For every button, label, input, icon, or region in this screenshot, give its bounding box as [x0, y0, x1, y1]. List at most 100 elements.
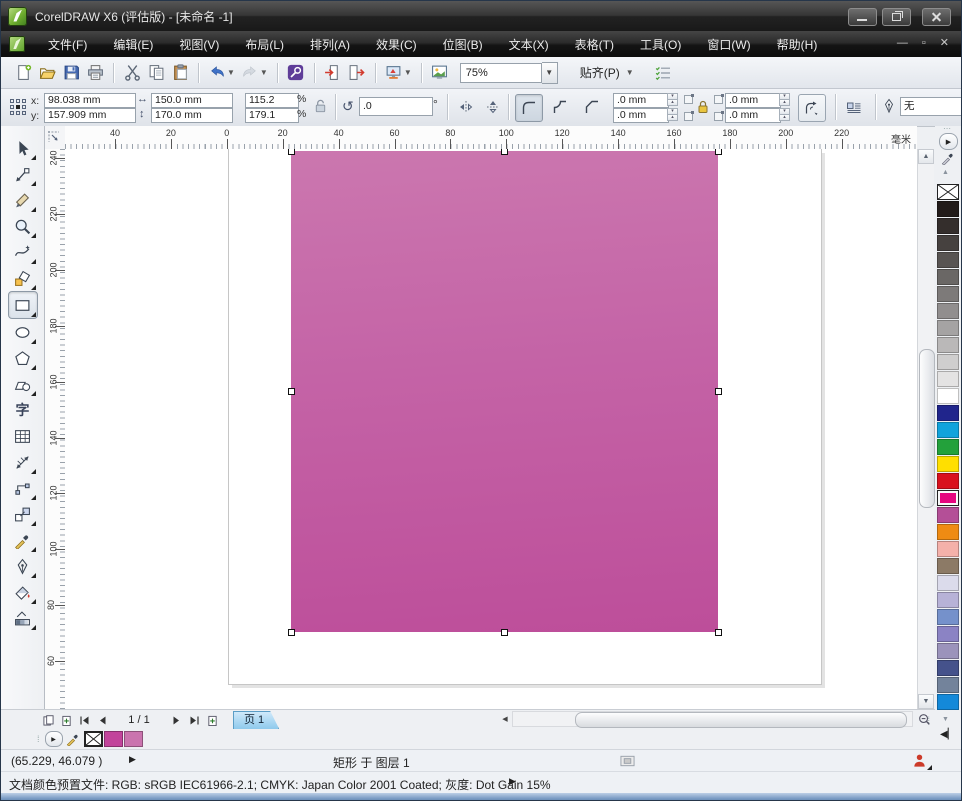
y-position-field[interactable]: 157.909 mm: [44, 108, 136, 123]
palette-eyedropper-icon[interactable]: [941, 151, 956, 166]
ellipse-tool[interactable]: [9, 319, 37, 345]
menu-bitmaps[interactable]: 位图(B): [430, 34, 496, 56]
doc-no-color-swatch[interactable]: [84, 731, 103, 747]
round-corner-button[interactable]: [515, 94, 543, 122]
menu-help[interactable]: 帮助(H): [764, 34, 831, 56]
document-palette-eyedropper-icon[interactable]: [66, 732, 81, 747]
zoom-level-field[interactable]: 75%: [460, 63, 542, 83]
smart-fill-tool[interactable]: [9, 265, 37, 291]
mirror-vertical-button[interactable]: [480, 94, 506, 120]
table-tool[interactable]: [9, 423, 37, 449]
corner-bl-toggle[interactable]: [684, 112, 693, 121]
print-button[interactable]: [83, 61, 107, 85]
vertical-scrollbar[interactable]: ▲ ▼: [917, 149, 934, 709]
selection-handle[interactable]: [501, 149, 508, 155]
color-swatch[interactable]: [937, 269, 959, 285]
add-page-before-button[interactable]: [57, 712, 75, 728]
pick-tool[interactable]: [9, 135, 37, 161]
color-swatch[interactable]: [937, 609, 959, 625]
color-swatch[interactable]: [937, 303, 959, 319]
doc-close-button[interactable]: ✕: [940, 37, 949, 49]
launcher-drop-arrow[interactable]: ▼: [404, 68, 415, 77]
save-button[interactable]: [59, 61, 83, 85]
color-swatch[interactable]: [937, 439, 959, 455]
color-swatch[interactable]: [937, 286, 959, 302]
undo-drop-arrow[interactable]: ▼: [227, 68, 238, 77]
menu-tools[interactable]: 工具(O): [627, 34, 694, 56]
menu-text[interactable]: 文本(X): [496, 34, 562, 56]
options-button[interactable]: [652, 62, 674, 84]
palette-flyout-button[interactable]: ▶: [939, 133, 958, 150]
polygon-tool[interactable]: [9, 345, 37, 371]
x-position-field[interactable]: 98.038 mm: [44, 93, 136, 108]
doc-minimize-button[interactable]: —: [897, 37, 908, 49]
snap-to-button[interactable]: 贴齐(P) ▼: [580, 64, 634, 81]
color-swatch[interactable]: [937, 371, 959, 387]
menu-layout[interactable]: 布局(L): [232, 34, 297, 56]
color-swatch[interactable]: [937, 201, 959, 217]
doc-color-swatch[interactable]: [104, 731, 123, 747]
color-swatch[interactable]: [937, 490, 959, 506]
color-swatch[interactable]: [937, 643, 959, 659]
object-height-field[interactable]: 170.0 mm: [151, 108, 233, 123]
connector-tool[interactable]: [9, 475, 37, 501]
vertical-ruler[interactable]: 2402202001801601401201008060: [45, 149, 66, 709]
horizontal-ruler[interactable]: 4020020406080100120140160180200220毫米: [65, 126, 917, 150]
doc-restore-button[interactable]: ▫: [922, 37, 926, 49]
edit-corners-together-lock-icon[interactable]: [695, 98, 711, 116]
color-swatch[interactable]: [937, 558, 959, 574]
app-launcher-button[interactable]: [382, 61, 406, 85]
color-swatch[interactable]: [937, 354, 959, 370]
open-button[interactable]: [35, 61, 59, 85]
search-content-button[interactable]: [284, 61, 308, 85]
vertical-scroll-thumb[interactable]: [919, 349, 935, 508]
page-sorter-icon[interactable]: [39, 712, 57, 728]
menu-view[interactable]: 视图(V): [166, 34, 232, 56]
selection-handle[interactable]: [715, 149, 722, 155]
next-page-button[interactable]: [167, 712, 185, 728]
blend-tool[interactable]: [9, 501, 37, 527]
color-swatch[interactable]: [937, 660, 959, 676]
redo-button[interactable]: [238, 61, 262, 85]
selection-handle[interactable]: [288, 629, 295, 636]
selection-handle[interactable]: [501, 629, 508, 636]
menu-arrange[interactable]: 排列(A): [297, 34, 363, 56]
user-account-icon[interactable]: [912, 753, 930, 770]
document-palette-flyout-button[interactable]: ▶: [45, 731, 63, 747]
paste-button[interactable]: [168, 61, 192, 85]
corner-br-spinner[interactable]: ▾▴: [779, 108, 790, 123]
color-profile-flyout-arrow[interactable]: ▶: [509, 776, 516, 787]
selected-rectangle-object[interactable]: [291, 151, 718, 632]
add-page-after-button[interactable]: [203, 712, 221, 728]
basic-shapes-tool[interactable]: [9, 371, 37, 397]
zoom-level-dropdown-arrow[interactable]: ▼: [542, 62, 558, 84]
selection-handle[interactable]: [288, 149, 295, 155]
color-swatch[interactable]: [937, 456, 959, 472]
drawing-canvas[interactable]: [65, 149, 917, 709]
color-swatch[interactable]: [937, 218, 959, 234]
corner-radius-tr-field[interactable]: .0 mm: [725, 93, 781, 108]
color-swatch[interactable]: [937, 473, 959, 489]
palette-grip[interactable]: ⋯: [943, 127, 955, 131]
scale-vertical-field[interactable]: 179.1: [245, 108, 299, 123]
parallel-dimension-tool[interactable]: [9, 449, 37, 475]
color-swatch[interactable]: [937, 388, 959, 404]
minimize-button[interactable]: [848, 8, 877, 26]
color-swatch[interactable]: [937, 320, 959, 336]
no-color-swatch[interactable]: [937, 184, 959, 200]
rotation-angle-field[interactable]: .0: [359, 97, 433, 116]
doc-color-swatch[interactable]: [124, 731, 143, 747]
mirror-horizontal-button[interactable]: [453, 94, 479, 120]
welcome-screen-button[interactable]: [428, 61, 452, 85]
corner-tl-toggle[interactable]: [684, 95, 693, 104]
previous-page-button[interactable]: [93, 712, 111, 728]
menu-edit[interactable]: 编辑(E): [100, 34, 166, 56]
menu-file[interactable]: 文件(F): [35, 34, 100, 56]
color-swatch[interactable]: [937, 575, 959, 591]
color-swatch[interactable]: [937, 524, 959, 540]
horizontal-scrollbar[interactable]: ◀: [498, 710, 935, 728]
chamfered-corner-button[interactable]: [579, 94, 605, 120]
selection-handle[interactable]: [715, 388, 722, 395]
color-swatch[interactable]: [937, 541, 959, 557]
color-swatch[interactable]: [937, 592, 959, 608]
